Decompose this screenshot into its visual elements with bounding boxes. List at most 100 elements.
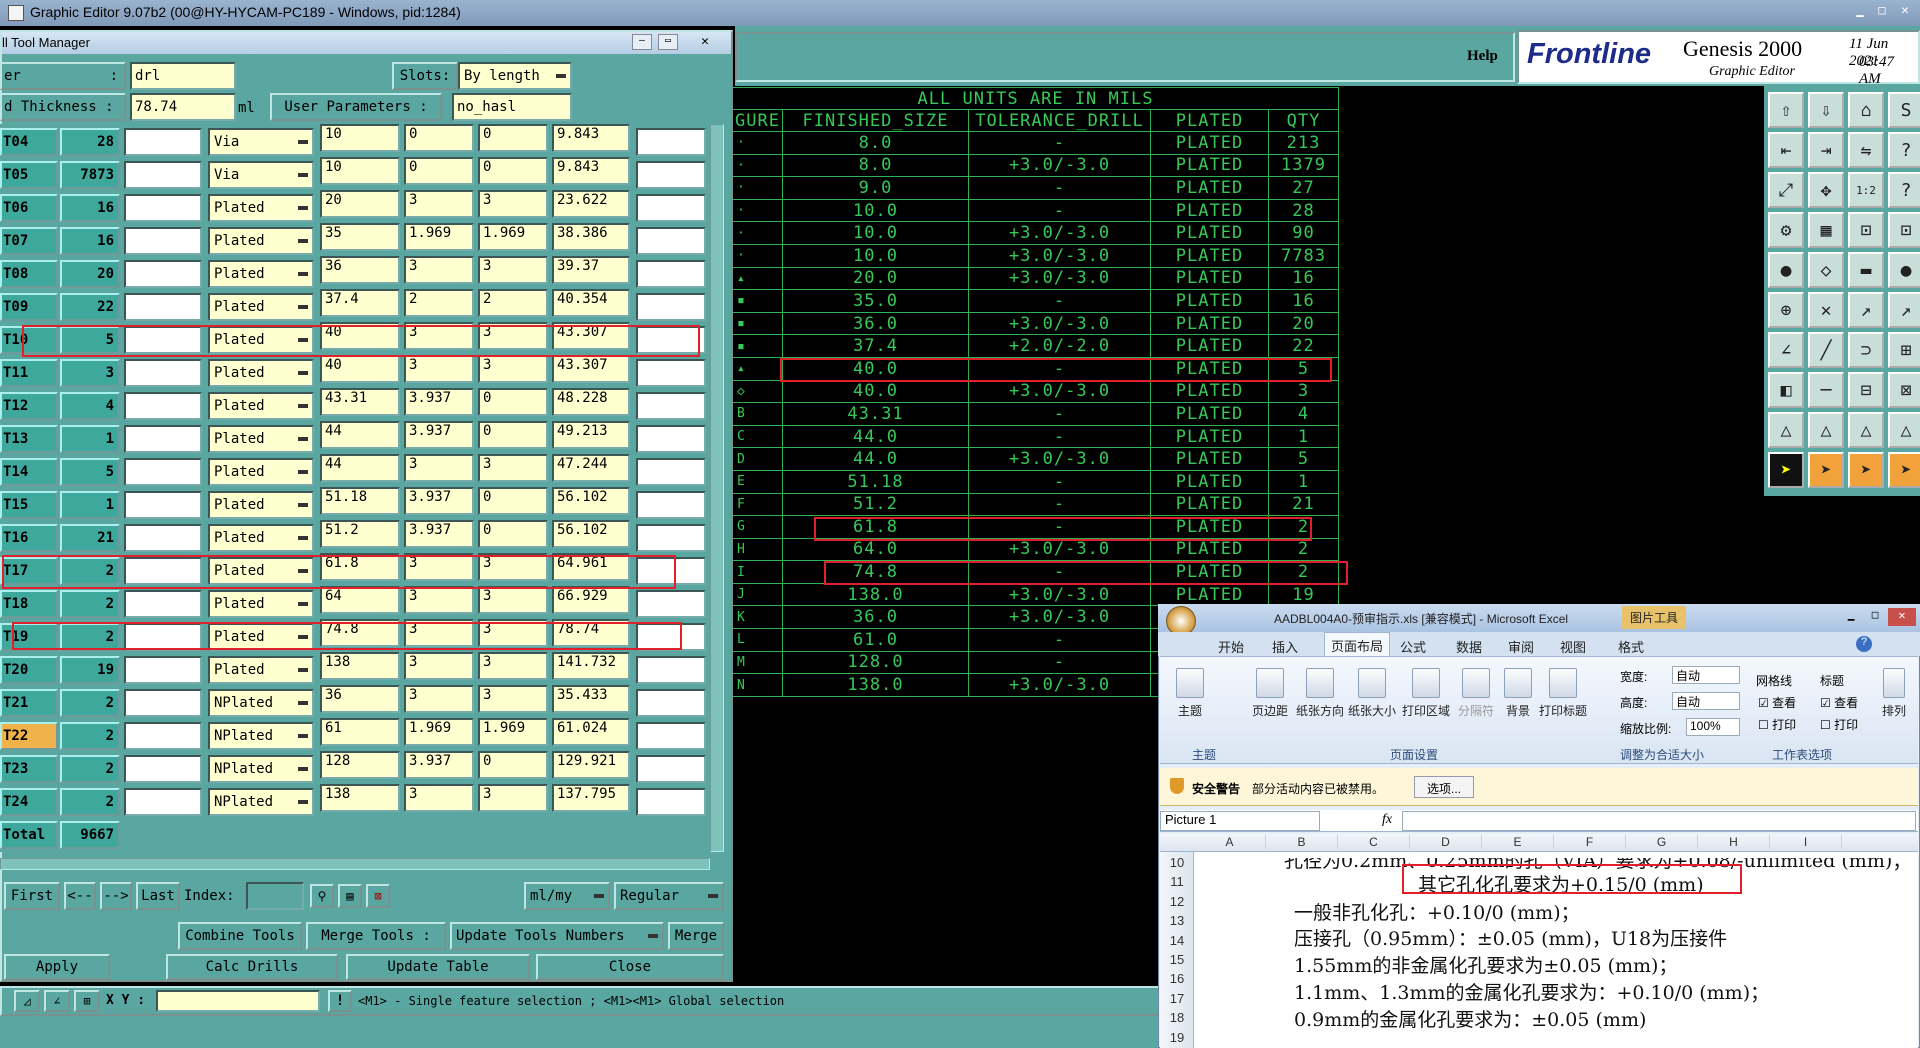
excel-tab[interactable]: 插入 <box>1272 637 1298 656</box>
first-button[interactable]: First <box>4 882 60 910</box>
select-tool-icon[interactable]: ◿ <box>14 990 40 1012</box>
tool-extra-input[interactable] <box>636 689 706 717</box>
row-header[interactable]: 15 <box>1162 952 1192 967</box>
row-header[interactable]: 13 <box>1162 913 1192 928</box>
excel-tab[interactable]: 格式 <box>1618 637 1644 656</box>
tool-tol-plus-input[interactable]: 3.937 <box>404 751 474 779</box>
tool-tol-plus-input[interactable]: 3.937 <box>404 421 474 449</box>
tool-size-input[interactable]: 51.2 <box>320 520 400 548</box>
tool-type-select[interactable]: NPlated <box>208 755 314 783</box>
tool-extra-input[interactable] <box>636 491 706 519</box>
tool-size-input[interactable]: 138 <box>320 784 400 812</box>
tool-tol-minus-input[interactable]: 1.969 <box>478 718 548 746</box>
tool-size-input[interactable]: 43.31 <box>320 388 400 416</box>
zoom-up-icon[interactable]: ⇧ <box>1768 92 1804 128</box>
column-header[interactable]: H <box>1698 835 1770 849</box>
excel-tab[interactable]: 开始 <box>1218 637 1244 656</box>
tool-tol-plus-input[interactable]: 3 <box>404 190 474 218</box>
tool-name[interactable]: T05 <box>0 161 58 189</box>
merge-button[interactable]: Merge <box>668 922 724 950</box>
add-icon[interactable]: ⊕ <box>1768 292 1804 328</box>
row-header[interactable]: 18 <box>1162 1010 1192 1025</box>
prev-button[interactable]: <-- <box>64 882 96 910</box>
tool-name[interactable]: T12 <box>0 392 58 420</box>
snap-icon[interactable]: S <box>1888 92 1920 128</box>
width-select[interactable]: 自动 <box>1672 666 1740 684</box>
column-header[interactable]: B <box>1266 835 1338 849</box>
excel-tab[interactable]: 页面布局 <box>1324 632 1391 658</box>
tool-extra-input[interactable] <box>636 293 706 321</box>
slash-icon[interactable]: ╱ <box>1808 332 1844 368</box>
tool-tol-minus-input[interactable]: 1.969 <box>478 223 548 251</box>
tool-tol-plus-input[interactable]: 3 <box>404 355 474 383</box>
dash-icon[interactable]: ─ <box>1808 372 1844 408</box>
tool-type-select[interactable]: Plated <box>208 524 314 552</box>
tool-tol-minus-input[interactable]: 3 <box>478 586 548 614</box>
left-icon[interactable]: ⇤ <box>1768 132 1804 168</box>
name-box[interactable]: Picture 1 <box>1160 811 1320 831</box>
column-header[interactable]: A <box>1194 835 1266 849</box>
theme-button[interactable]: 主题 <box>1170 668 1210 719</box>
layer-input[interactable]: drl <box>130 62 236 90</box>
excel-min-button[interactable]: ▁ <box>1840 608 1862 626</box>
tool-size-input[interactable]: 20 <box>320 190 400 218</box>
excel-max-button[interactable]: □ <box>1864 608 1886 626</box>
row-header[interactable]: 11 <box>1162 874 1192 889</box>
tm-minimize-button[interactable]: ‒ <box>632 34 652 50</box>
tool-name[interactable]: T24 <box>0 788 58 816</box>
margins-button[interactable]: 页边距 <box>1248 668 1292 719</box>
tool-name[interactable]: T09 <box>0 293 58 321</box>
pan-icon[interactable]: ✥ <box>1808 172 1844 208</box>
tool-comment-input[interactable] <box>124 788 202 816</box>
excel-tab[interactable]: 公式 <box>1400 637 1426 656</box>
tool-tol-plus-input[interactable]: 3 <box>404 652 474 680</box>
scale-input[interactable]: 100% <box>1686 718 1740 736</box>
tool-comment-input[interactable] <box>124 260 202 288</box>
ratio-icon[interactable]: 1:2 <box>1848 172 1884 208</box>
tool-tol-minus-input[interactable]: 0 <box>478 421 548 449</box>
tool-name[interactable]: T17 <box>0 557 58 585</box>
layer2-icon[interactable]: ⊡ <box>1888 212 1920 248</box>
tool-size-input[interactable]: 44 <box>320 421 400 449</box>
background-button[interactable]: 背景 <box>1500 668 1536 719</box>
tool-type-select[interactable]: Plated <box>208 326 314 354</box>
pointer2-icon[interactable]: ➤ <box>1808 452 1844 488</box>
query-icon[interactable]: ? <box>1888 172 1920 208</box>
tool-extra-input[interactable] <box>636 623 706 651</box>
arrow2-icon[interactable]: ↗ <box>1888 292 1920 328</box>
tool-type-select[interactable]: NPlated <box>208 788 314 816</box>
tool-type-select[interactable]: NPlated <box>208 689 314 717</box>
help-button[interactable]: Help <box>1467 48 1498 65</box>
tool-size-input[interactable]: 138 <box>320 652 400 680</box>
angle-tool-icon[interactable]: ∠ <box>44 990 70 1012</box>
tool-extra-input[interactable] <box>636 524 706 552</box>
tool-name[interactable]: T06 <box>0 194 58 222</box>
tool-tol-plus-input[interactable]: 0 <box>404 124 474 152</box>
pointer-icon[interactable]: ➤ <box>1768 452 1804 488</box>
pointer3-icon[interactable]: ➤ <box>1848 452 1884 488</box>
size-button[interactable]: 纸张大小 <box>1346 668 1398 719</box>
gridlines-print-checkbox[interactable]: ☐ 打印 <box>1758 716 1796 733</box>
tool-tol-plus-input[interactable]: 2 <box>404 289 474 317</box>
tool-tol-minus-input[interactable]: 3 <box>478 322 548 350</box>
tool-comment-input[interactable] <box>124 161 202 189</box>
close-icon[interactable]: ✕ <box>1894 3 1916 21</box>
tool-comment-input[interactable] <box>124 227 202 255</box>
tool-tol-plus-input[interactable]: 0 <box>404 157 474 185</box>
arrow-icon[interactable]: ↗ <box>1848 292 1884 328</box>
tool-tol-minus-input[interactable]: 3 <box>478 190 548 218</box>
angle-icon[interactable]: ∠ <box>1768 332 1804 368</box>
tool-comment-input[interactable] <box>124 590 202 618</box>
tool-name[interactable]: T04 <box>0 128 58 156</box>
tool-size-input[interactable]: 44 <box>320 454 400 482</box>
column-header[interactable]: D <box>1410 835 1482 849</box>
fill-icon[interactable]: ◧ <box>1768 372 1804 408</box>
height-select[interactable]: 自动 <box>1672 692 1740 710</box>
tool-tol-minus-input[interactable]: 3 <box>478 652 548 680</box>
tool-type-select[interactable]: Plated <box>208 359 314 387</box>
units-select[interactable]: ml/my <box>524 882 610 910</box>
tm-restore-button[interactable]: ▭ <box>658 34 678 50</box>
row-header[interactable]: 16 <box>1162 971 1192 986</box>
pad-icon[interactable]: ● <box>1768 252 1804 288</box>
tool-name[interactable]: T20 <box>0 656 58 684</box>
